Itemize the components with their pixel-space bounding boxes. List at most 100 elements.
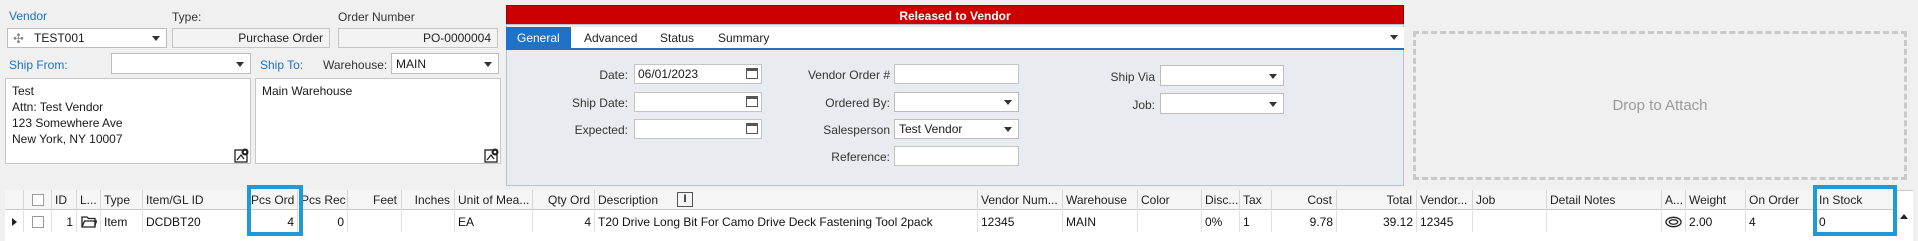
order-number-field: PO-0000004 [338,28,498,48]
warehouse-combo[interactable]: MAIN [391,53,499,74]
cell-cost[interactable]: 9.78 [1272,211,1337,232]
col-header-a[interactable]: A... [1662,190,1686,210]
col-header-color[interactable]: Color [1138,190,1202,210]
cell-feet[interactable] [348,211,402,232]
ship-date-field[interactable] [634,92,762,112]
cell-qty-ord[interactable]: 4 [533,211,595,232]
ship-from-label[interactable]: Ship From: [9,58,68,72]
col-header-item[interactable]: Item/GL ID [143,190,248,210]
col-header-feet[interactable]: Feet [348,190,402,210]
chevron-down-icon [484,61,492,67]
ship-via-label: Ship Via [1110,70,1155,84]
expected-field[interactable] [634,119,762,139]
vendor-combo[interactable]: ✣ TEST001 [7,28,167,48]
calendar-icon[interactable] [746,123,758,134]
col-header-weight[interactable]: Weight [1686,190,1746,210]
cell-uom[interactable]: EA [455,211,533,232]
drop-zone-label: Drop to Attach [1612,97,1708,114]
tab-strip: General Advanced Status Summary [506,27,1404,50]
map-pin-icon[interactable] [484,147,500,163]
col-header-vendor[interactable]: Vendor... [1417,190,1473,210]
warehouse-value: MAIN [396,56,426,71]
tab-advanced[interactable]: Advanced [573,27,648,48]
col-header-cost[interactable]: Cost [1272,190,1337,210]
cell-vendor[interactable]: 12345 [1417,211,1473,232]
col-header-disc[interactable]: Disc... [1202,190,1240,210]
order-number-label: Order Number [338,10,415,24]
warehouse-label: Warehouse: [323,58,388,72]
drop-zone[interactable]: Drop to Attach [1413,31,1907,180]
col-header-total[interactable]: Total [1337,190,1417,210]
cell-tax[interactable]: 1 [1240,211,1272,232]
cell-id[interactable]: 1 [52,211,77,232]
reference-field[interactable] [894,146,1019,166]
col-header-pcs-rec[interactable]: Pcs Rec [298,190,348,210]
map-pin-icon[interactable] [234,147,250,163]
job-combo[interactable] [1160,93,1284,114]
cell-weight[interactable]: 2.00 [1686,211,1746,232]
vendor-order-field[interactable] [894,64,1019,84]
col-header-vendor-num[interactable]: Vendor Num... [978,190,1063,210]
cell-color[interactable] [1138,211,1202,232]
job-label[interactable]: Job: [1080,98,1155,112]
vendor-label: Vendor [9,9,48,23]
col-header-on-order[interactable]: On Order [1746,190,1816,210]
col-header-inches[interactable]: Inches [402,190,455,210]
date-label: Date: [599,68,628,82]
cell-description[interactable]: T20 Drive Long Bit For Camo Drive Deck F… [595,211,978,232]
cell-detail-notes[interactable] [1547,211,1662,232]
salesperson-combo[interactable]: Test Vendor [894,119,1019,139]
date-field[interactable]: 06/01/2023 [634,64,762,84]
salesperson-label: Salesperson [823,123,890,137]
text-cursor-icon[interactable]: I [677,192,693,207]
chevron-down-icon [236,61,244,67]
cell-on-order[interactable]: 4 [1746,211,1816,232]
cell-inches[interactable] [402,211,455,232]
col-header-qty-ord[interactable]: Qty Ord [533,190,595,210]
col-header-id[interactable]: ID [52,190,77,210]
folder-icon[interactable] [77,211,101,232]
row-checkbox[interactable] [24,211,52,232]
tab-status[interactable]: Status [649,27,705,48]
calendar-icon[interactable] [746,96,758,107]
ship-via-combo[interactable] [1160,65,1284,86]
ship-from-address[interactable]: Test Attn: Test Vendor 123 Somewhere Ave… [5,78,251,164]
col-header-description[interactable]: Description I [595,190,978,210]
chevron-down-icon[interactable] [1390,35,1398,40]
cell-disc[interactable]: 0% [1202,211,1240,232]
checkbox[interactable] [31,193,44,206]
tab-summary[interactable]: Summary [707,27,780,48]
col-header-l[interactable]: L... [77,190,101,210]
reference-label: Reference: [831,150,890,164]
vendor-order-label: Vendor Order # [807,68,890,82]
vendor-lookup-icon[interactable]: ✣ [13,32,24,45]
chevron-down-icon [1269,101,1277,107]
col-header-uom[interactable]: Unit of Mea... [455,190,533,210]
scroll-up-icon[interactable] [1900,214,1908,219]
col-header-tax[interactable]: Tax [1240,190,1272,210]
salesperson-value: Test Vendor [899,122,963,136]
attachment-icon[interactable] [1662,211,1686,232]
cell-total[interactable]: 39.12 [1337,211,1417,232]
address-line: New York, NY 10007 [12,132,123,146]
cell-warehouse[interactable]: MAIN [1063,211,1138,232]
cell-item[interactable]: DCDBT20 [143,211,248,232]
cell-type[interactable]: Item [101,211,143,232]
cell-job[interactable] [1473,211,1547,232]
ship-to-label[interactable]: Ship To: [260,58,303,72]
calendar-icon[interactable] [746,68,758,79]
tab-general[interactable]: General [506,27,571,48]
cell-pcs-rec[interactable]: 0 [298,211,348,232]
address-line: 123 Somewhere Ave [12,116,123,130]
ship-from-combo[interactable] [111,53,251,74]
col-header-job[interactable]: Job [1473,190,1547,210]
select-all-checkbox[interactable] [24,190,52,210]
col-header-warehouse[interactable]: Warehouse [1063,190,1138,210]
col-header-type[interactable]: Type [101,190,143,210]
ordered-by-combo[interactable] [894,92,1019,112]
col-header-detail-notes[interactable]: Detail Notes [1547,190,1662,210]
chevron-down-icon [152,36,160,41]
ship-to-address[interactable]: Main Warehouse [255,78,501,164]
cell-vendor-num[interactable]: 12345 [978,211,1063,232]
checkbox[interactable] [31,215,44,228]
